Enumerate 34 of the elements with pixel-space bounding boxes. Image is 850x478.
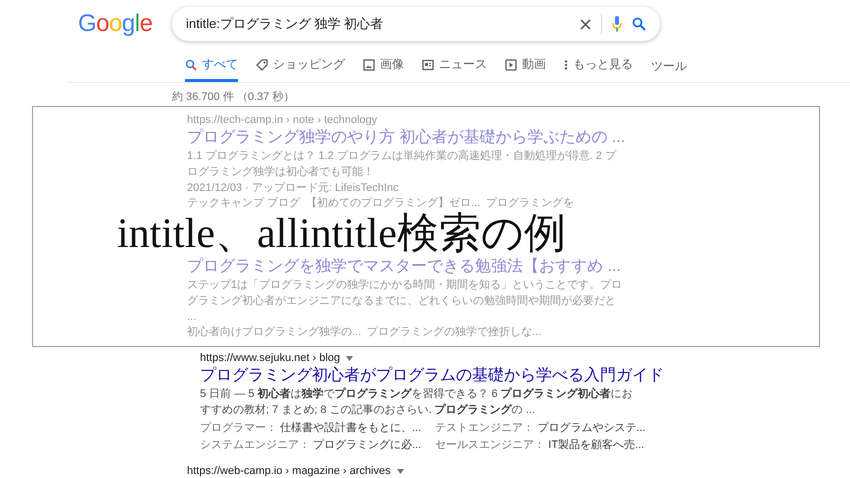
sitelink[interactable]: システムエンジニア： プログラミングに必... — [200, 437, 422, 454]
tools-button[interactable]: ツール — [651, 47, 687, 82]
search-icon — [185, 58, 197, 70]
tab[interactable]: もっと見る — [564, 47, 633, 82]
play-icon — [505, 58, 517, 70]
close-icon[interactable] — [580, 18, 591, 30]
sitelink[interactable]: プログラマー： 仕様書や設計書をもとに、... — [200, 420, 422, 437]
result-title[interactable]: プログラミング独学のやり方 初心者が基礎から学ぶための ... — [187, 128, 819, 148]
result-stats: 約 36.700 件 （0.37 秒） — [172, 90, 296, 105]
newspaper-icon — [422, 58, 434, 70]
result-snippet: ステップ1は「プログラミングの独学にかかる時間・期間を知る」ということです。プログラミング初心者がエンジニアになるまでに、どれくらいの勉強時間や期間が必要だと ... — [187, 278, 624, 325]
tag-icon — [256, 58, 268, 70]
result-url[interactable]: https://www.sejuku.net › blog — [200, 351, 340, 366]
tab[interactable]: ショッピング — [256, 47, 345, 82]
tab[interactable]: ニュース — [422, 47, 487, 82]
overlay-caption: intitle、allintitle検索の例 — [117, 211, 567, 257]
result-title[interactable]: プログラミング初心者がプログラムの基礎から学べる入門ガイド — [200, 366, 850, 386]
result-title[interactable]: プログラミングを独学でマスターできる勉強法【おすすめ ... — [187, 257, 819, 277]
caret-icon[interactable] — [346, 356, 354, 361]
result-url[interactable]: https://web-camp.io › magazine › archives — [187, 464, 391, 478]
sitelink[interactable]: セールスエンジニア： IT製品を顧客へ売... — [435, 437, 646, 454]
image-icon — [363, 58, 375, 70]
result-snippet: 5 日前 — 5 初心者は独学でプログラミングを習得できる？ 6 プログラミング初心者におすすめの教材; 7 まとめ; 8 この記事のおさらい. プログラミングの ... — [200, 386, 634, 418]
search-icon[interactable] — [632, 17, 646, 31]
caret-icon[interactable] — [396, 469, 404, 474]
google-logo[interactable]: Google — [78, 10, 172, 38]
tab[interactable]: 動画 — [505, 47, 546, 82]
sitelink[interactable]: テストエンジニア： プログラムやシステ... — [435, 420, 646, 437]
result-snippet: 1.1 プログラミングとは？ 1.2 プログラムは単純作業の高速処理・自動処理が得意. 2 プログラミング独学は初心者でも可能！ — [187, 148, 618, 180]
tab[interactable]: 画像 — [363, 47, 404, 82]
microphone-icon[interactable] — [612, 16, 622, 32]
dots-icon — [564, 58, 568, 70]
search-field[interactable]: intitle:プログラミング 独学 初心者 — [172, 7, 660, 41]
result-date: 2021/12/03 · アップロード元: LifeisTechInc — [187, 180, 400, 196]
